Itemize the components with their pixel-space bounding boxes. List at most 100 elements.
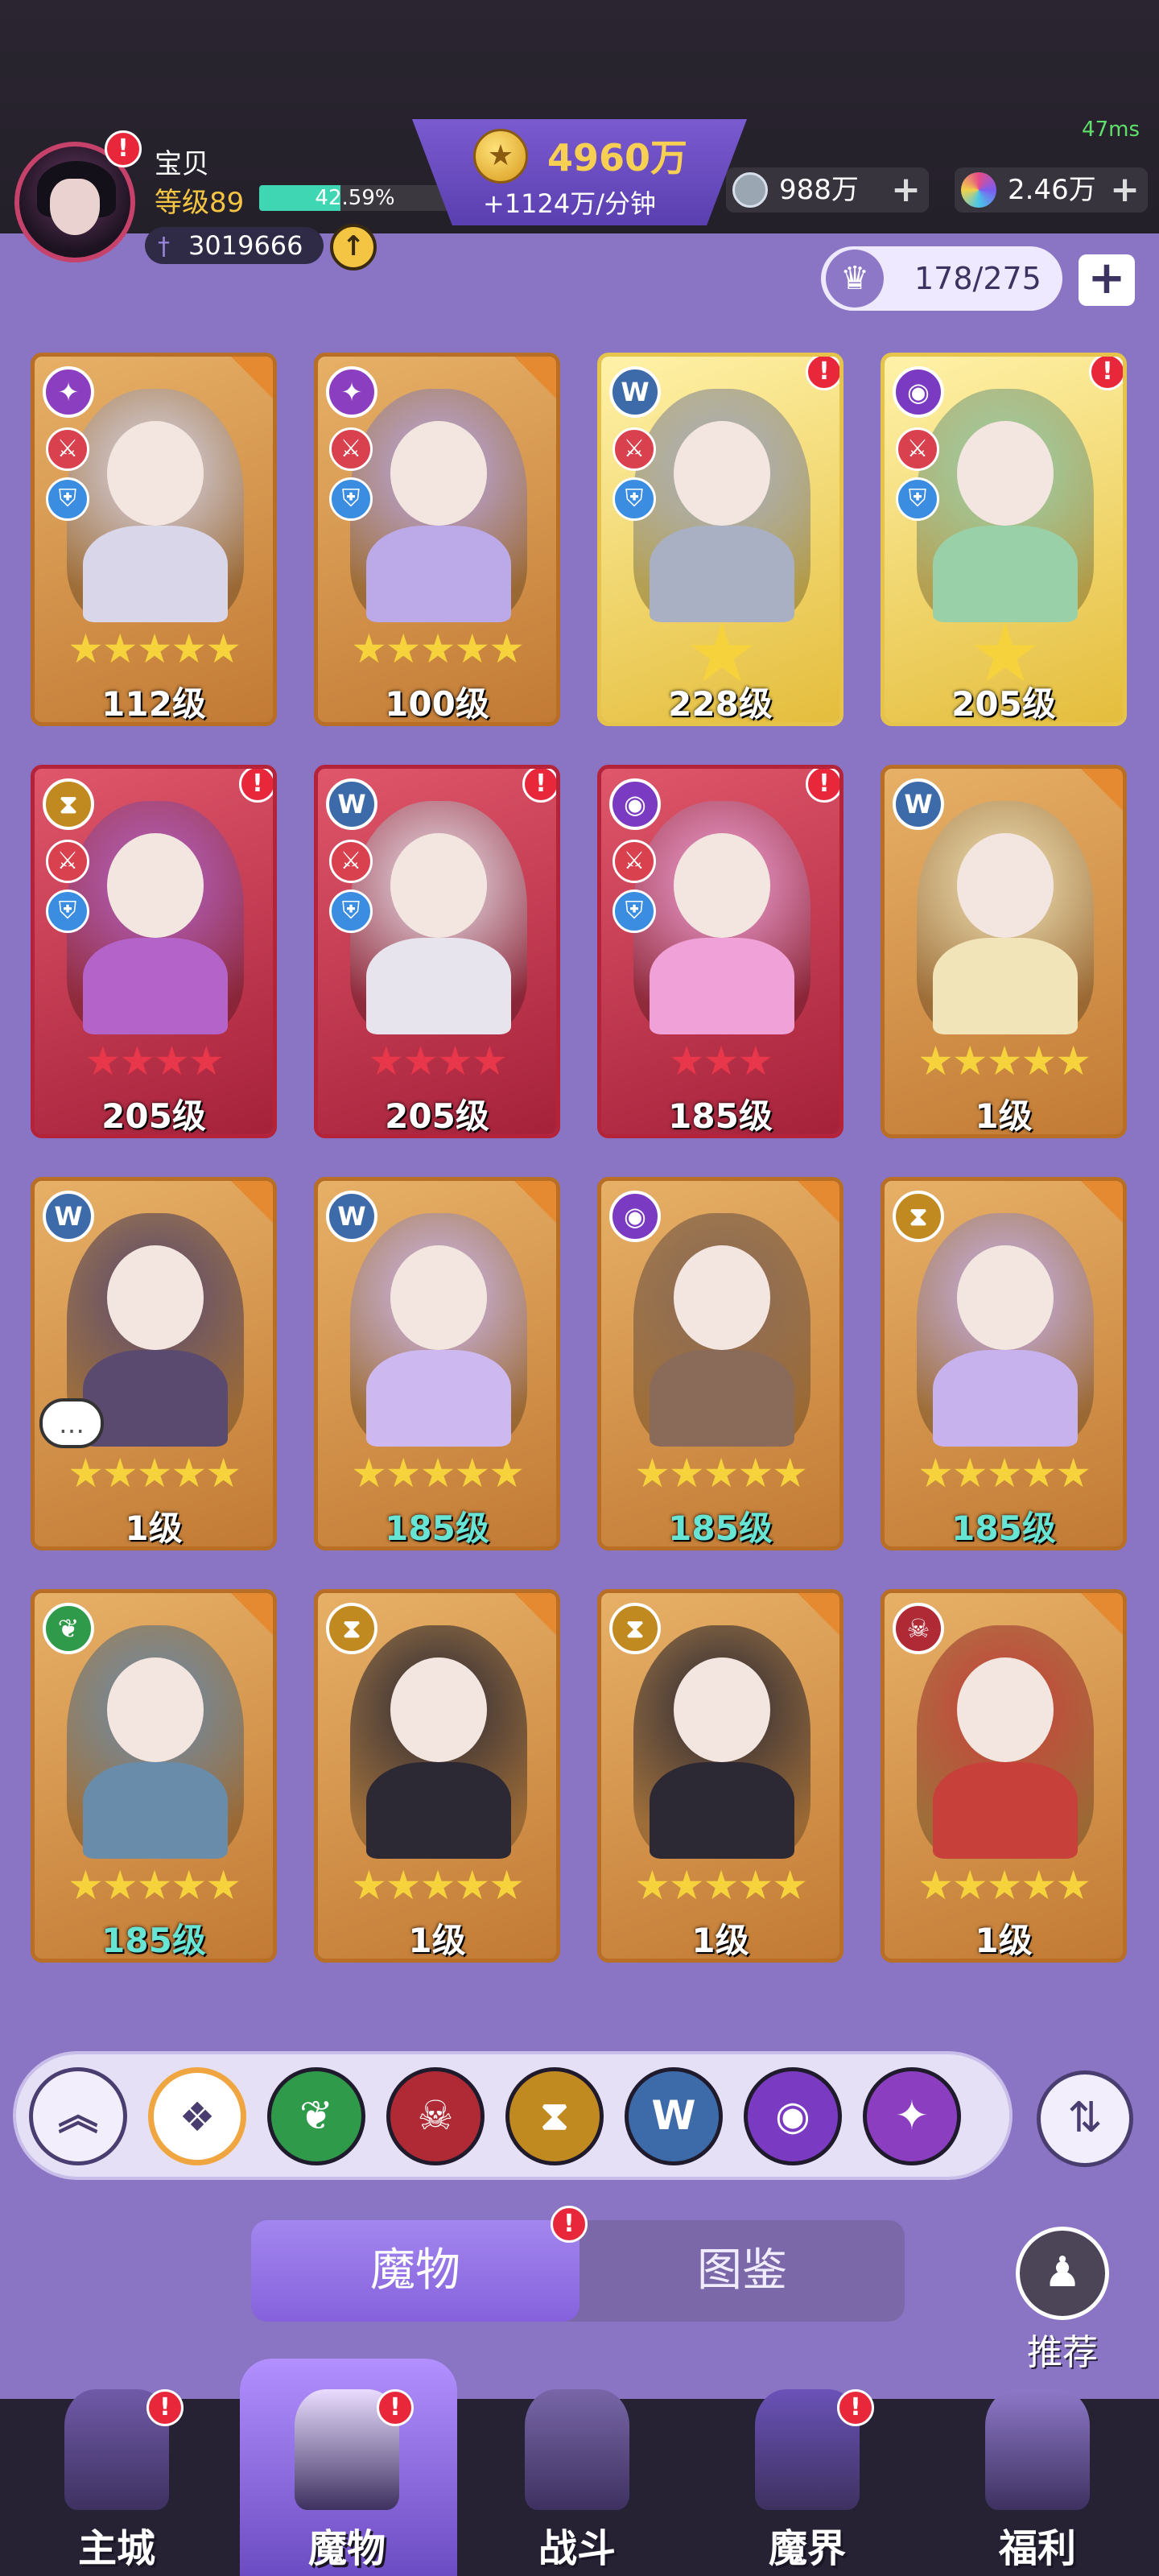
combat-power: † 3019666: [145, 227, 324, 264]
nav-label: 战斗: [538, 2526, 616, 2571]
nav-notify-badge: !: [837, 2389, 874, 2426]
portrait-body: [83, 938, 228, 1034]
monster-card[interactable]: W ⚔ ⛨ ★★★★ 205级!: [314, 765, 560, 1138]
monster-level: 185级: [668, 1096, 773, 1136]
wolf-element-icon: W: [326, 1191, 377, 1242]
monster-card[interactable]: W ★★★★★ 1级: [881, 765, 1127, 1138]
card-notify-badge: !: [239, 769, 273, 803]
portrait-body: [933, 1762, 1078, 1859]
nav-notify-badge: !: [146, 2389, 184, 2426]
monster-card[interactable]: ◉ ★★★★★ 185级: [597, 1177, 843, 1550]
nav-notify-badge: !: [377, 2389, 414, 2426]
star-rating: ★★★★★: [67, 1450, 241, 1496]
monster-portrait: [350, 801, 527, 1034]
gem-amount: 2.46万: [1008, 174, 1096, 206]
star-rating: ★★★★: [368, 1038, 507, 1084]
monster-card[interactable]: ❦ ★★★★★ 185级: [31, 1589, 277, 1963]
star-rating: ★★★★★: [917, 1450, 1091, 1496]
add-gem-icon[interactable]: +: [1110, 167, 1140, 213]
monster-level: 205级: [385, 1096, 489, 1136]
expand-collection-button[interactable]: +: [1079, 254, 1135, 306]
nav-item-0[interactable]: 主城!: [8, 2389, 225, 2576]
leaf-filter-button[interactable]: ❦: [267, 2067, 365, 2165]
upgrade-button[interactable]: ↑: [330, 224, 377, 270]
sort-button[interactable]: ⇅: [1037, 2070, 1133, 2167]
monster-card[interactable]: W ★★★★★ 185级: [314, 1177, 560, 1550]
tab-codex[interactable]: 图鉴: [580, 2220, 905, 2322]
recommend-button[interactable]: ♟: [1016, 2227, 1109, 2320]
portrait-body: [650, 1762, 794, 1859]
monster-card[interactable]: W … ★★★★★ 1级: [31, 1177, 277, 1550]
monster-level: 185级: [385, 1509, 489, 1548]
player-name: 宝贝: [155, 148, 209, 180]
sword-icon: †: [158, 233, 170, 261]
gold-amount: 4960万: [547, 136, 688, 180]
eye-element-icon: ◉: [609, 778, 661, 830]
eye-filter-button[interactable]: ◉: [744, 2067, 842, 2165]
card-notify-badge: !: [806, 357, 839, 390]
nav-item-4[interactable]: 福利: [929, 2389, 1146, 2576]
monster-portrait: [350, 1625, 527, 1859]
monster-level: 1级: [408, 1921, 466, 1960]
monster-card[interactable]: ◉ ⚔ ⛨ ★★★ 185级!: [597, 765, 843, 1138]
monster-card[interactable]: ⧗ ★★★★★ 185级: [881, 1177, 1127, 1550]
wolf-filter-button[interactable]: W: [625, 2067, 723, 2165]
monster-portrait: [350, 1213, 527, 1447]
monster-card[interactable]: ✦ ⚔ ⛨ ★★★★★ 100级: [314, 353, 560, 726]
chat-bubble-icon[interactable]: …: [39, 1398, 104, 1448]
leaf-element-icon: ❦: [43, 1603, 94, 1654]
star-rating: ★★★★★: [350, 625, 525, 672]
portrait-head: [107, 421, 204, 526]
monster-card[interactable]: ◉ ⚔ ⛨ ★ 205级!: [881, 353, 1127, 726]
star-rating: ★★★★★: [633, 1450, 808, 1496]
monster-portrait: [67, 389, 244, 622]
monster-card[interactable]: ⧗ ★★★★★ 1级: [597, 1589, 843, 1963]
combat-power-value: 3019666: [188, 230, 303, 261]
nav-item-2[interactable]: 战斗: [468, 2389, 686, 2576]
nav-item-3[interactable]: 魔界!: [699, 2389, 916, 2576]
silver-amount: 988万: [779, 174, 859, 206]
portrait-head: [107, 1245, 204, 1350]
wolf-element-icon: W: [609, 366, 661, 418]
portrait-body: [366, 938, 511, 1034]
portrait-body: [83, 1350, 228, 1447]
hourglass-element-icon: ⧗: [609, 1603, 661, 1654]
nav-item-1[interactable]: 魔物!: [238, 2389, 456, 2576]
monster-card[interactable]: W ⚔ ⛨ ★ 228级!: [597, 353, 843, 726]
monster-level: 112级: [101, 684, 206, 724]
monster-level: 205级: [951, 684, 1056, 724]
monster-level: 1级: [125, 1509, 183, 1548]
add-silver-icon[interactable]: +: [891, 167, 921, 213]
card-notify-badge: !: [522, 769, 556, 803]
tab-monsters[interactable]: 魔物: [251, 2220, 580, 2322]
monster-card[interactable]: ⧗ ⚔ ⛨ ★★★★ 205级!: [31, 765, 277, 1138]
gem-icon: [961, 172, 996, 208]
portrait-head: [674, 1245, 770, 1350]
star-rating: ★★★★★: [67, 1862, 241, 1909]
monster-portrait: [67, 801, 244, 1034]
storm-filter-button[interactable]: ✦: [863, 2067, 961, 2165]
monster-portrait: [633, 801, 810, 1034]
monster-card[interactable]: ⧗ ★★★★★ 1级: [314, 1589, 560, 1963]
gem-resource[interactable]: 2.46万 +: [955, 167, 1148, 213]
collapse-filter-button[interactable]: ︽: [29, 2067, 127, 2165]
ping-readout: 47ms: [1082, 118, 1140, 142]
defense-role-icon: ⛨: [329, 890, 373, 933]
silver-resource[interactable]: 988万 +: [726, 167, 929, 213]
hourglass-filter-button[interactable]: ⧗: [505, 2067, 604, 2165]
star-rating: ★★★: [668, 1038, 773, 1084]
all-filter-button[interactable]: ❖: [148, 2067, 246, 2165]
collection-count: 178/275: [914, 261, 1041, 296]
demon-element-icon: ☠: [893, 1603, 944, 1654]
monster-card[interactable]: ✦ ⚔ ⛨ ★★★★★ 112级: [31, 353, 277, 726]
portrait-head: [390, 1657, 487, 1762]
collection-counter: ♛ 178/275: [821, 246, 1062, 311]
portrait-body: [366, 526, 511, 622]
monster-level: 185级: [951, 1509, 1056, 1548]
star-rating: ★★★★★: [350, 1450, 525, 1496]
wolf-element-icon: W: [43, 1191, 94, 1242]
star-rating: ★★★★★: [917, 1038, 1091, 1084]
monster-card[interactable]: ☠ ★★★★★ 1级: [881, 1589, 1127, 1963]
portrait-head: [674, 833, 770, 938]
demon-filter-button[interactable]: ☠: [386, 2067, 485, 2165]
